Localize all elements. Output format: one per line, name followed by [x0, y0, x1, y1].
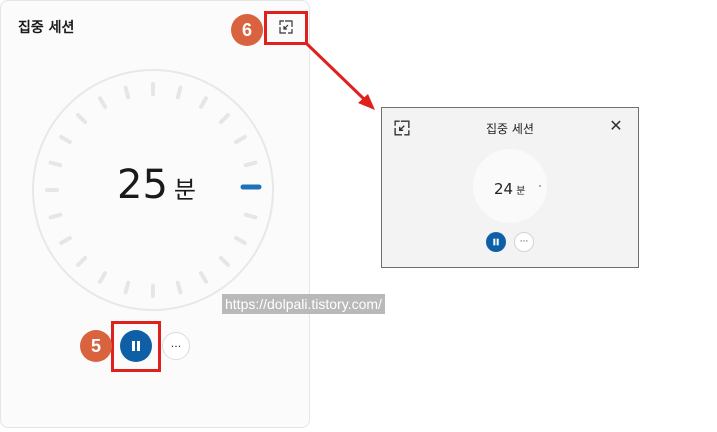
callout-highlight-pause: [111, 321, 161, 372]
dial-tick: [175, 85, 183, 100]
callout-badge-5: 5: [80, 330, 112, 362]
compact-window: 집중 세션 ✕ 24 분 ···: [381, 107, 639, 268]
dial-tick: [123, 85, 131, 100]
dial-tick: [48, 160, 63, 168]
dial-tick: [243, 212, 258, 220]
dial-tick: [243, 160, 258, 168]
compact-dial-marker: [539, 185, 541, 187]
dial-tick: [175, 280, 183, 295]
callout-arrow: [305, 42, 367, 102]
compact-more-options-button[interactable]: ···: [514, 232, 534, 252]
compact-pause-button[interactable]: [486, 232, 506, 252]
timer-unit: 분: [173, 176, 196, 204]
more-options-button[interactable]: ···: [162, 332, 190, 360]
close-button[interactable]: ✕: [607, 117, 625, 135]
compact-pause-icon: [493, 238, 499, 246]
dial-tick: [48, 212, 63, 220]
callout-badge-6: 6: [231, 14, 263, 46]
compact-timer-display: 24 분: [494, 180, 525, 198]
dial-tick: [123, 280, 131, 295]
timer-value: 25: [117, 162, 168, 208]
callout-highlight-compact: [264, 11, 308, 45]
timer-display: 25 분: [117, 162, 196, 212]
close-icon: ✕: [609, 116, 623, 135]
compact-timer-unit: 분: [516, 186, 526, 197]
compact-window-title: 집중 세션: [486, 122, 534, 136]
watermark: https://dolpali.tistory.com/: [222, 294, 385, 314]
compact-timer-value: 24: [494, 180, 514, 198]
